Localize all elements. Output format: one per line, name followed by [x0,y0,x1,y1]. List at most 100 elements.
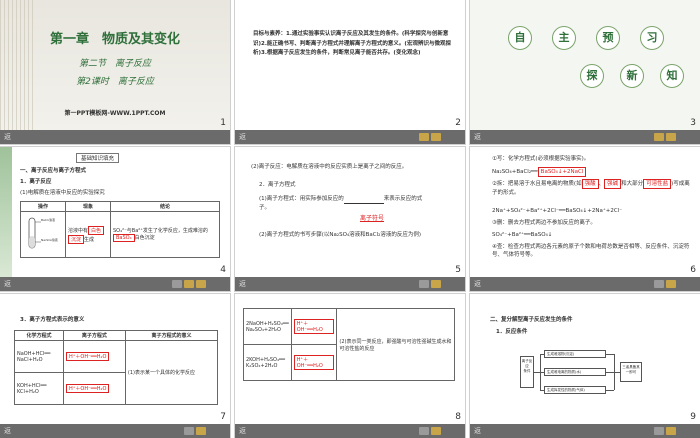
title-char: 预 [596,26,620,50]
back-label: 返 [239,133,246,141]
phenomenon-text: 溶液中有 [68,227,89,234]
table-header: 现象 [65,201,111,212]
nav-button[interactable] [196,427,206,435]
nav-button[interactable] [431,133,441,141]
slide-footer: 返 [470,130,700,144]
back-label: 返 [239,280,246,288]
slide-footer: 返 [235,130,465,144]
answer-blank [343,195,384,204]
nav-button[interactable] [666,133,676,141]
text-line: (2)离子方程式的书写步骤(以Na₂SO₄溶液和BaCl₂溶液的反应为例) [259,232,422,238]
objectives-text: 目标与素养：1.通过实验事实认识离子反应及其发生的条件。(科学探究与创新意识)2… [253,31,451,56]
experiment-table: 操作 现象 结论 BaCl₂溶液 Na₂SO₄溶液 溶液中有 白色 沉淀 生成 … [20,201,220,258]
nav-button[interactable] [666,280,676,288]
slide-footer: 返 [0,277,230,291]
nav-button[interactable] [654,280,664,288]
text-line: ①写：化学方程式(必须根据实验事实)。 [492,156,590,162]
nav-button[interactable] [184,280,194,288]
equation-text: NaCl+H₂O [17,356,43,363]
slide-thumbnail-1[interactable]: 第一章 物质及其变化 第二节 离子反应 第2课时 离子反应 第一PPT模板网-W… [0,0,230,144]
slide-number: 2 [455,118,461,128]
nav-button[interactable] [431,427,441,435]
slide-footer: 返 [0,424,230,438]
nav-button[interactable] [419,427,429,435]
slide-thumbnail-2[interactable]: 目标与素养：1.通过实验事实认识离子反应及其发生的条件。(科学探究与创新意识)2… [235,0,465,144]
condition-item: 生成难电离的物质(水) [544,368,606,376]
answer-blank: 强碱 [604,179,622,189]
slide-thumbnail-9[interactable]: 二、复分解型离子反应发生的条件 1．反应条件 离子反应 条件 生成难溶物(沉淀) … [470,294,700,438]
slide-thumbnail-7[interactable]: 3．离子方程式表示的意义 化学方程式 离子方程式 离子方程式的意义 NaOH+H… [0,294,230,438]
slide-number: 1 [220,118,226,128]
equation-line: Na₂SO₄+BaCl₂══ BaSO₄↓+2NaCl [492,167,587,177]
back-label: 返 [474,133,481,141]
text-fragment: 来表示反应的式 [383,196,423,202]
nav-button[interactable] [172,280,182,288]
section-badge: 基础知识填充 [76,153,120,163]
answer-blank: H⁺＋OH⁻══H₂O [293,355,335,370]
equation-text: Na₂SO₄+BaCl₂══ [492,169,538,175]
title-char: 习 [640,26,664,50]
slide-number: 3 [690,118,696,128]
answer-blank: H⁺＋OH⁻══H₂O [65,384,110,393]
slide-thumbnail-3[interactable]: 自 主 预 习 探 新 知 3 返 [470,0,700,144]
answer-blank: H⁺＋OH⁻══H₂O [65,352,110,361]
equation-line: 2Na⁺+SO₄²⁻+Ba²⁺+2Cl⁻══BaSO₄↓+2Na⁺+2Cl⁻ [492,208,623,214]
slide-footer: 返 [0,130,230,144]
root-label: 离子反应 [521,359,533,368]
text-line: ②拆：把易溶于水且易电离的物质(如 强酸、强碱 和大部分 可溶性盐)写成离子的形式。 [492,179,690,196]
nav-button[interactable] [431,280,441,288]
text-fragment: 子。 [259,205,271,211]
nav-button[interactable] [196,280,206,288]
slide-footer: 返 [470,424,700,438]
slide-number: 7 [220,412,226,422]
meaning-text: (2)表示同一类反应，即强酸与可溶性强碱生成水和可溶性盐的反应 [339,338,452,352]
slide-number: 4 [220,265,226,275]
back-label: 返 [4,427,11,435]
ionic-equation-table: 2NaOH+H₂SO₄══ Na₂SO₄+2H₂O H⁺＋OH⁻══H₂O (2)… [243,308,455,381]
slide-thumbnail-6[interactable]: ①写：化学方程式(必须根据实验事实)。 Na₂SO₄+BaCl₂══ BaSO₄↓… [470,147,700,291]
answer-label: 离子符号 [360,215,385,222]
condition-item: 生成挥发性的物质(气体) [544,386,606,394]
slide-title: 3．离子方程式表示的意义 [20,317,85,323]
nav-button[interactable] [184,427,194,435]
slide-thumbnail-5[interactable]: (2)离子反应：电解质在溶液中的反应实质上是离子之间的反应。 2．离子方程式 (… [235,147,465,291]
table-header: 离子方程式的意义 [124,330,219,341]
table-header: 结论 [110,201,220,212]
equation-line: SO₄²⁻+Ba²⁺══BaSO₄↓ [492,232,553,238]
answer-blank: 强酸 [581,179,599,189]
section-title: 第二节 离子反应 [78,59,151,69]
table-header: 离子方程式 [62,330,126,341]
answer-blank: 白色 [88,225,105,235]
slide-number: 6 [690,265,696,275]
meaning-text: (1)表示某一个具体的化学反应 [127,370,195,376]
phenomenon-text: 生成 [84,236,95,243]
text-fragment: 和大部分 [621,181,644,187]
title-char: 自 [508,26,532,50]
nav-button[interactable] [666,427,676,435]
slide-thumbnail-4[interactable]: 基础知识填充 一、离子反应与离子方程式 1．离子反应 (1)电解质在溶液中反应的… [0,147,230,291]
text-line: (2)离子反应：电解质在溶液中的反应实质上是离子之间的反应。 [251,164,408,170]
back-label: 返 [474,280,481,288]
slide-thumbnail-8[interactable]: 2NaOH+H₂SO₄══ Na₂SO₄+2H₂O H⁺＋OH⁻══H₂O (2)… [235,294,465,438]
text-line: (1)离子方程式：用实际参加反应的 来表示反应的式 子。 [259,195,453,212]
conclusion-text: 白色沉淀 [134,235,155,241]
chapter-title: 第一章 物质及其变化 [49,32,180,47]
slide-footer: 返 [235,424,465,438]
subheading: 1．反应条件 [496,329,528,335]
nav-button[interactable] [419,280,429,288]
tube-illustration: BaCl₂溶液 Na₂SO₄溶液 [20,211,66,258]
nav-button[interactable] [419,133,429,141]
heading-2: 1．离子反应 [20,179,52,185]
title-char: 探 [580,64,604,88]
slide-footer: 返 [235,277,465,291]
equation-text: KCl+H₂O [17,388,39,395]
result-box: 三者具备其一即可 [620,362,642,382]
nav-button[interactable] [654,133,664,141]
title-char: 知 [660,64,684,88]
nav-button[interactable] [654,427,664,435]
root-box: 离子反应 条件 [520,356,534,388]
back-label: 返 [4,280,11,288]
equation-text: Na₂SO₄+2H₂O [246,326,281,333]
table-header: 操作 [20,201,66,212]
tube-label: BaCl₂溶液 [41,218,56,222]
